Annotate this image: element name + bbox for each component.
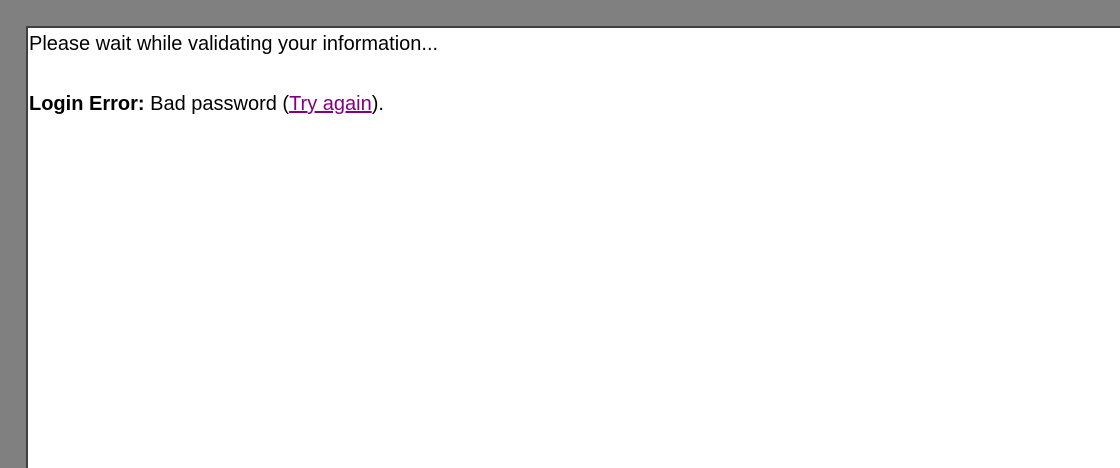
try-again-link[interactable]: Try again xyxy=(289,93,372,115)
error-label: Login Error: xyxy=(29,93,145,115)
frame-top-border xyxy=(0,0,1120,26)
page-content: Please wait while validating your inform… xyxy=(28,28,1120,468)
frame-left-border xyxy=(0,0,26,468)
error-text: Bad password ( xyxy=(150,93,290,115)
login-error-message: Login Error: Bad password (Try again). xyxy=(29,92,1120,116)
error-suffix: ). xyxy=(371,93,384,115)
status-message: Please wait while validating your inform… xyxy=(29,33,439,55)
browser-frame: Please wait while validating your inform… xyxy=(0,0,1120,468)
